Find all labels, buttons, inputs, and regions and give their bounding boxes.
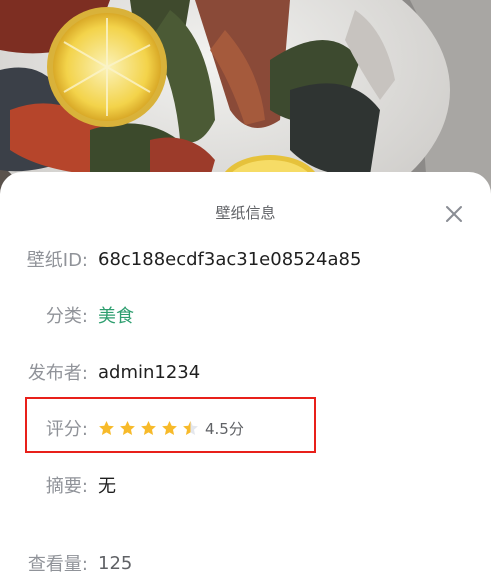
publisher-row: 发布者: admin1234 bbox=[0, 357, 491, 387]
views-row: 查看量: 125 bbox=[0, 548, 491, 578]
dialog-title: 壁纸信息 bbox=[215, 204, 276, 222]
views-label: 查看量: bbox=[27, 554, 88, 575]
wallpaper-info-panel: 壁纸信息 壁纸ID: 68c188ecdf3ac31e08524a85 分类: … bbox=[0, 172, 491, 578]
summary-label: 摘要: bbox=[45, 476, 88, 497]
wallpaper-id-label: 壁纸ID: bbox=[26, 250, 88, 271]
category-label: 分类: bbox=[45, 306, 88, 327]
wallpaper-preview-image bbox=[0, 0, 491, 200]
views-value: 125 bbox=[98, 552, 133, 574]
close-icon[interactable] bbox=[443, 203, 465, 225]
summary-row: 摘要: 无 bbox=[0, 470, 491, 500]
category-row: 分类: 美食 bbox=[0, 300, 491, 330]
wallpaper-id-value: 68c188ecdf3ac31e08524a85 bbox=[98, 248, 362, 270]
publisher-value: admin1234 bbox=[98, 361, 201, 383]
rating-highlight-box bbox=[25, 397, 316, 453]
publisher-label: 发布者: bbox=[27, 363, 88, 384]
summary-value: 无 bbox=[98, 476, 116, 497]
category-link[interactable]: 美食 bbox=[98, 302, 134, 328]
wallpaper-id-row: 壁纸ID: 68c188ecdf3ac31e08524a85 bbox=[0, 244, 491, 274]
